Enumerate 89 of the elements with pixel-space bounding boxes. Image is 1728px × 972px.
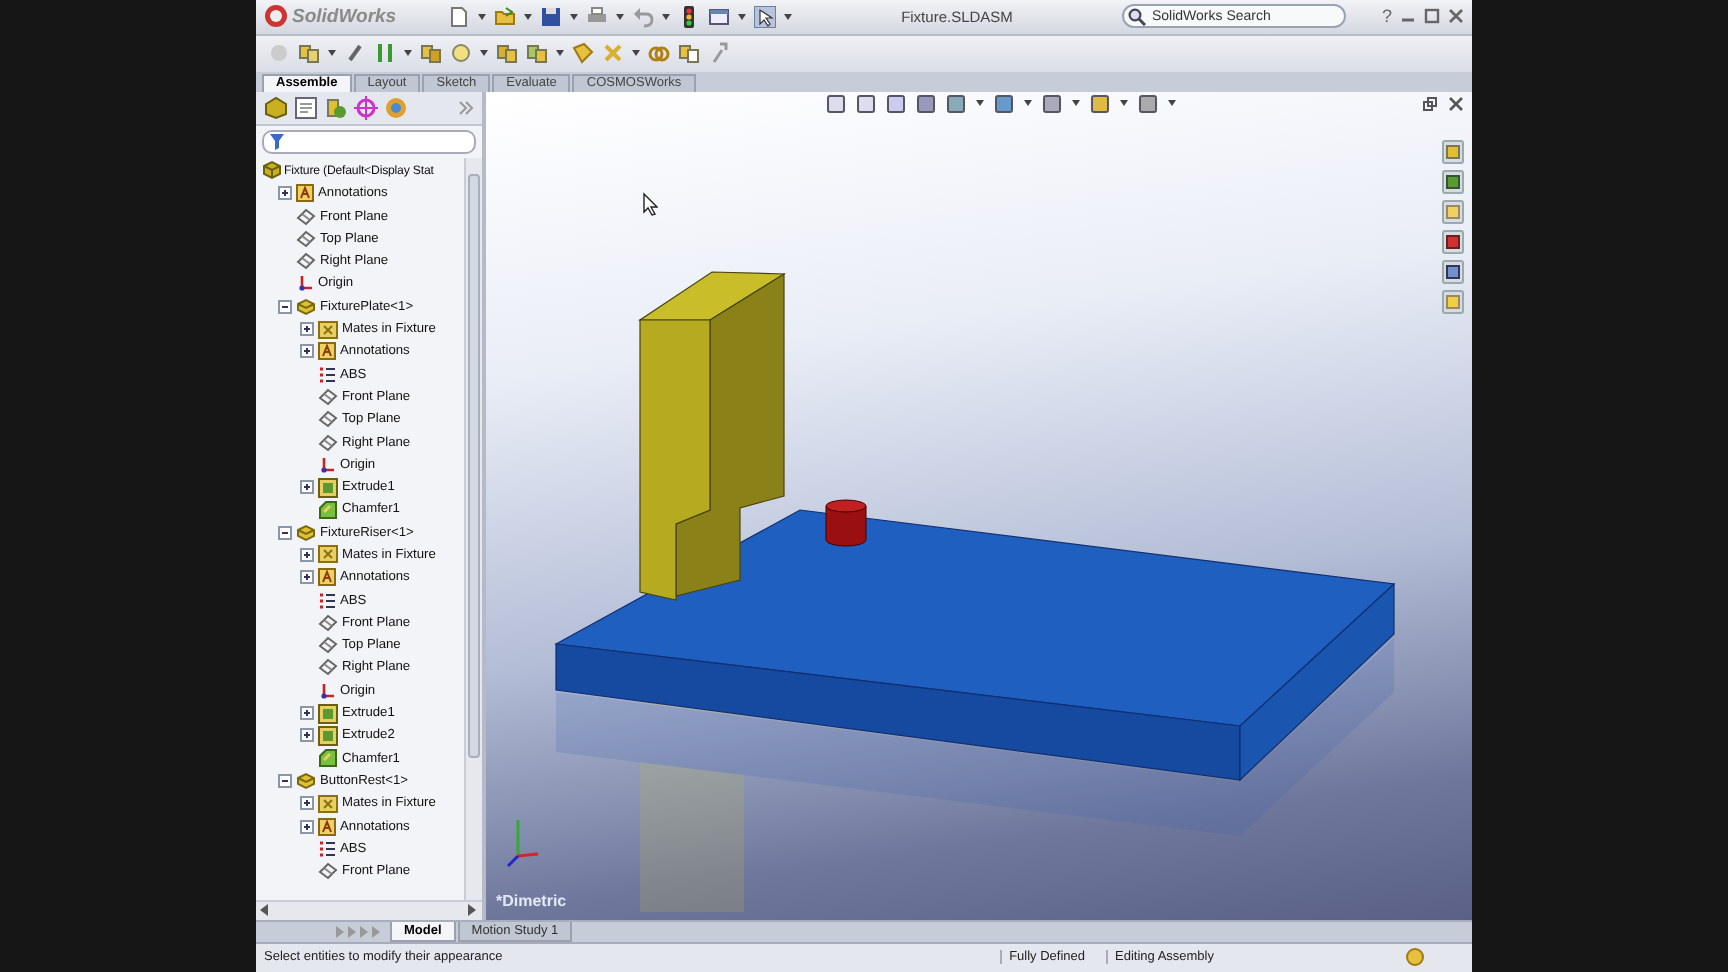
annotation-icon <box>318 342 336 361</box>
dropdown-caret-icon[interactable] <box>480 50 488 57</box>
search-icon <box>1127 7 1146 26</box>
dropdown-caret-icon[interactable] <box>1120 100 1128 107</box>
t-scroll-right-icon[interactable] <box>468 904 478 917</box>
t-close-icon[interactable] <box>1448 8 1464 25</box>
expand-toggle[interactable] <box>300 819 314 834</box>
dropdown-caret-icon[interactable] <box>1024 100 1032 107</box>
expand-toggle[interactable] <box>300 796 314 811</box>
t-dimxpert-icon[interactable] <box>354 95 378 120</box>
part-icon <box>296 296 316 317</box>
part-icon <box>296 770 316 791</box>
plane-icon <box>318 658 338 677</box>
mates-icon <box>318 793 338 814</box>
dropdown-caret-icon[interactable] <box>556 50 564 57</box>
vertical-scrollbar[interactable] <box>464 157 482 900</box>
dropdown-caret-icon[interactable] <box>616 13 624 20</box>
extrude-icon <box>318 477 338 498</box>
expand-toggle[interactable] <box>278 773 292 788</box>
logo-icon <box>264 4 288 29</box>
expand-toggle[interactable] <box>300 570 314 585</box>
expand-toggle[interactable] <box>278 186 292 201</box>
expand-toggle[interactable] <box>278 525 292 540</box>
expand-toggle[interactable] <box>300 480 314 495</box>
annotation-icon <box>296 184 314 203</box>
plane-icon <box>296 229 316 248</box>
dropdown-caret-icon[interactable] <box>784 13 792 20</box>
origin-icon <box>318 455 336 474</box>
save-icon[interactable] <box>540 5 562 28</box>
t-maximize-icon[interactable] <box>1424 8 1440 25</box>
t-scroll-left-icon[interactable] <box>260 904 270 917</box>
mouse-pointer-icon <box>642 191 658 216</box>
dropdown-caret-icon[interactable] <box>570 13 578 20</box>
extrude-icon <box>318 703 338 724</box>
t-restore-icon[interactable] <box>1422 95 1438 112</box>
list-icon <box>318 591 336 610</box>
dropdown-caret-icon[interactable] <box>632 50 640 57</box>
dropdown-caret-icon[interactable] <box>1072 100 1080 107</box>
plane-icon <box>318 433 338 451</box>
plane-icon <box>318 387 338 406</box>
expand-toggle[interactable] <box>300 706 314 721</box>
dropdown-caret-icon[interactable] <box>662 13 670 20</box>
dropdown-caret-icon[interactable] <box>976 100 984 107</box>
interference-icon[interactable] <box>648 42 670 65</box>
view-orientation-label: *Dimetric <box>496 891 567 910</box>
dropdown-caret-icon[interactable] <box>328 50 336 57</box>
plane-icon <box>318 613 338 632</box>
plane-icon <box>296 252 316 271</box>
dropdown-caret-icon[interactable] <box>738 13 746 20</box>
origin-icon <box>318 681 336 700</box>
expand-toggle[interactable] <box>300 344 314 359</box>
annotation-icon <box>318 568 336 587</box>
dropdown-caret-icon[interactable] <box>404 50 412 57</box>
expand-toggle[interactable] <box>300 728 314 743</box>
chamfer-icon <box>318 499 338 520</box>
expand-toggle[interactable] <box>300 547 314 562</box>
plane-icon <box>318 410 338 429</box>
open-folder-icon[interactable] <box>494 5 516 28</box>
select-cursor-icon[interactable] <box>754 5 776 28</box>
dropdown-caret-icon[interactable] <box>478 13 486 20</box>
t-close-view-icon[interactable] <box>1448 95 1464 112</box>
part-icon <box>296 522 316 543</box>
filter-field[interactable] <box>262 129 476 154</box>
extrude-icon <box>318 725 338 746</box>
chamfer-icon <box>318 748 338 769</box>
mates-icon <box>318 544 338 565</box>
expand-toggle[interactable] <box>278 299 292 314</box>
mates-icon <box>318 319 338 340</box>
horizontal-scrollbar[interactable] <box>256 899 482 920</box>
dropdown-caret-icon[interactable] <box>1168 100 1176 107</box>
components-icon[interactable] <box>298 42 320 65</box>
app-logo-text: SolidWorks <box>292 5 397 28</box>
plane-icon <box>318 636 338 655</box>
window-icon[interactable] <box>708 5 730 28</box>
traffic-light-icon[interactable] <box>678 5 700 28</box>
plane-icon <box>318 862 338 881</box>
dropdown-caret-icon[interactable] <box>524 13 532 20</box>
list-icon <box>318 365 336 384</box>
expand-toggle[interactable] <box>300 322 314 337</box>
new-document-icon[interactable] <box>448 5 470 28</box>
help-button[interactable]: ? <box>1381 6 1392 27</box>
assembly-icon <box>262 160 282 181</box>
list-icon <box>318 839 336 858</box>
annotation-icon <box>318 817 336 836</box>
filter-icon <box>270 133 288 150</box>
plane-icon <box>296 207 316 226</box>
t-property-manager-icon[interactable] <box>294 95 318 120</box>
printer-icon[interactable] <box>586 5 608 28</box>
origin-icon <box>296 274 314 293</box>
